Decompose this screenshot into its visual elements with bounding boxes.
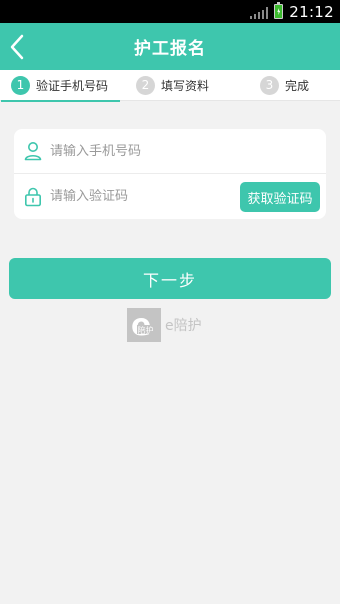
phone-input[interactable] (50, 143, 230, 159)
logo-subtext: 陪护 (138, 325, 154, 335)
chevron-left-icon[interactable] (8, 33, 26, 61)
page-title: 护工报名 (134, 39, 206, 59)
step-fill-info: 2 填写资料 (136, 70, 209, 101)
phone-row (14, 129, 326, 174)
step-complete: 3 完成 (260, 70, 309, 101)
next-button[interactable]: 下一步 (9, 258, 331, 299)
brand: e 陪护 e陪护 (127, 308, 202, 342)
lock-icon (24, 187, 41, 206)
user-icon (24, 142, 42, 161)
code-input[interactable] (50, 189, 200, 204)
step-number: 3 (260, 75, 279, 95)
step-label: 验证手机号码 (36, 78, 109, 93)
verification-form: 获取验证码 (14, 129, 326, 219)
get-code-button[interactable]: 获取验证码 (240, 182, 320, 212)
step-label: 完成 (285, 78, 310, 93)
step-verify-phone: 1 验证手机号码 (0, 70, 121, 102)
step-label: 填写资料 (161, 78, 210, 93)
brand-name: e陪护 (165, 318, 202, 334)
status-bar: 21:12 (0, 0, 340, 23)
step-indicator: 1 验证手机号码 2 填写资料 3 完成 (0, 70, 340, 102)
signal-icon (250, 5, 269, 19)
battery-icon (274, 2, 284, 19)
step-number: 2 (136, 75, 155, 95)
title-bar: 护工报名 (0, 23, 340, 70)
clock: 21:12 (289, 2, 334, 21)
code-row: 获取验证码 (14, 174, 326, 219)
step-number: 1 (11, 75, 30, 95)
brand-logo: e 陪护 (127, 308, 161, 342)
